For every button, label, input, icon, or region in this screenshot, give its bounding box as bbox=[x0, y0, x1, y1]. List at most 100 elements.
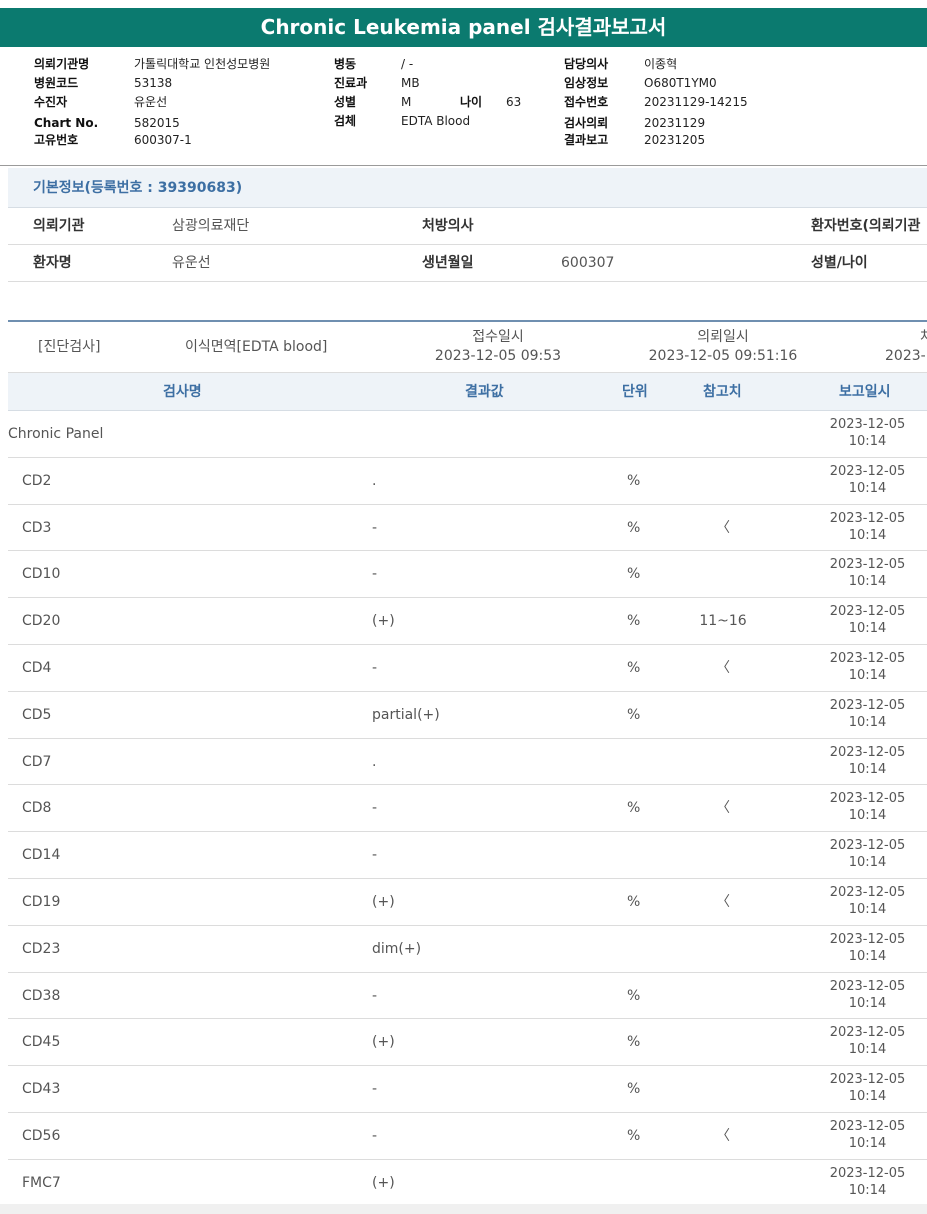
test-name: CD38 bbox=[22, 987, 61, 1004]
table-row: CD8 -% 〈 2023-12-05 10:14 bbox=[8, 785, 927, 833]
reference-range: 〈 bbox=[716, 893, 730, 910]
reference-range: 〈 bbox=[716, 519, 730, 536]
report-datetime: 2023-12-05 10:14 bbox=[790, 1071, 927, 1105]
result-unit: % bbox=[627, 1127, 641, 1144]
report-time: 10:14 bbox=[848, 621, 887, 637]
report-datetime: 2023-12-05 10:14 bbox=[790, 837, 927, 871]
test-name: CD14 bbox=[22, 847, 61, 864]
result-unit: % bbox=[627, 800, 641, 817]
col-header-value: 결과값 bbox=[465, 384, 504, 400]
result-unit: % bbox=[627, 613, 641, 630]
diagnosis-category: [진단검사] bbox=[38, 339, 101, 355]
info-value: 600307 bbox=[561, 255, 615, 271]
report-datetime: 2023-12-05 10:14 bbox=[790, 556, 927, 590]
report-time: 10:14 bbox=[848, 808, 887, 824]
table-row: CD19 (+)% 〈 2023-12-05 10:14 bbox=[8, 879, 927, 926]
table-row: CD20 (+)% 11~16 2023-12-05 10:14 bbox=[8, 598, 927, 645]
results-table-header: 검사명 결과값 단위 참고치 보고일시 bbox=[8, 373, 927, 411]
report-time: 10:14 bbox=[848, 901, 887, 917]
test-name: CD5 bbox=[22, 706, 52, 723]
basic-info-row: 환자명 유운선 생년월일 600307 성별/나이 bbox=[8, 245, 927, 282]
requested-value: 2023-12-05 09:51:16 bbox=[648, 348, 798, 364]
reference-range: 〈 bbox=[716, 1127, 730, 1144]
report-date: 2023-12-05 bbox=[829, 931, 906, 947]
results-table: Chronic Panel 2023-12-05 10:14 CD2.% 2023-12… bbox=[8, 411, 927, 1207]
report-datetime: 2023-12-05 10:14 bbox=[790, 978, 927, 1012]
info-label: 환자번호(의뢰기관 bbox=[811, 218, 921, 234]
report-date: 2023-12-05 bbox=[829, 417, 906, 432]
report-time: 10:14 bbox=[848, 1182, 887, 1198]
test-name: CD10 bbox=[22, 566, 61, 583]
bottom-scroll-band bbox=[0, 1204, 927, 1214]
table-row: CD43 -% 2023-12-05 10:14 bbox=[8, 1066, 927, 1113]
header-value: O680T1YM0 bbox=[644, 76, 717, 90]
header-value: MB bbox=[401, 76, 420, 90]
result-value: (+) bbox=[372, 893, 395, 910]
report-datetime: 2023-12-05 10:14 bbox=[790, 744, 927, 778]
header-value: 이종혁 bbox=[644, 57, 678, 71]
report-datetime: 2023-12-05 10:14 bbox=[790, 510, 927, 544]
report-time: 10:14 bbox=[848, 527, 887, 543]
basic-info-row: 의뢰기관 삼광의료재단 처방의사 환자번호(의뢰기관 bbox=[8, 208, 927, 245]
info-label: 의뢰기관 bbox=[33, 218, 85, 234]
cut-value: 2023- bbox=[885, 348, 926, 364]
report-date: 2023-12-05 bbox=[829, 978, 906, 994]
table-row: CD23 dim(+) 2023-12-05 10:14 bbox=[8, 926, 927, 973]
report-datetime: 2023-12-05 10:14 bbox=[790, 697, 927, 731]
result-value: - bbox=[372, 987, 378, 1004]
report-time: 10:14 bbox=[848, 714, 887, 730]
table-row: FMC7 (+) 2023-12-05 10:14 bbox=[8, 1160, 927, 1207]
header-value: 600307-1 bbox=[134, 133, 192, 147]
test-name: CD19 bbox=[22, 893, 61, 910]
reference-range: 11~16 bbox=[699, 613, 747, 630]
report-date: 2023-12-05 bbox=[829, 510, 906, 526]
result-value: - bbox=[372, 1127, 378, 1144]
result-value: (+) bbox=[372, 613, 395, 630]
test-name: FMC7 bbox=[22, 1174, 61, 1191]
table-row: CD7. 2023-12-05 10:14 bbox=[8, 739, 927, 786]
result-unit: % bbox=[627, 893, 641, 910]
report-time: 10:14 bbox=[848, 667, 887, 683]
report-date: 2023-12-05 bbox=[829, 604, 906, 620]
header-value: EDTA Blood bbox=[401, 114, 471, 128]
report-time: 10:14 bbox=[848, 480, 887, 496]
header-value: 유운선 bbox=[134, 95, 168, 109]
header-label: 임상정보 bbox=[564, 76, 609, 90]
result-unit: % bbox=[627, 1081, 641, 1098]
result-unit: % bbox=[627, 659, 641, 676]
table-row: CD10 -% 2023-12-05 10:14 bbox=[8, 551, 927, 599]
report-datetime: 2023-12-05 10:14 bbox=[790, 416, 927, 450]
info-value: 유운선 bbox=[172, 255, 211, 271]
test-name: CD3 bbox=[22, 519, 52, 536]
report-title: Chronic Leukemia panel 검사결과보고서 bbox=[0, 8, 927, 47]
report-date: 2023-12-05 bbox=[829, 744, 906, 760]
received-value: 2023-12-05 09:53 bbox=[434, 348, 562, 364]
info-label: 생년월일 bbox=[422, 255, 474, 271]
test-name: CD7 bbox=[22, 753, 52, 770]
report-datetime: 2023-12-05 10:14 bbox=[790, 1118, 927, 1152]
info-label: 성별/나이 bbox=[811, 255, 868, 271]
report-datetime: 2023-12-05 10:14 bbox=[790, 884, 927, 918]
result-value: - bbox=[372, 800, 378, 817]
table-group-row: Chronic Panel 2023-12-05 10:14 bbox=[8, 411, 927, 458]
diagnosis-dept: 이식면역[EDTA blood] bbox=[185, 339, 328, 355]
result-unit: % bbox=[627, 566, 641, 583]
header-label: 병동 bbox=[334, 57, 357, 71]
report-date: 2023-12-05 bbox=[829, 1165, 906, 1181]
header-label: 담당의사 bbox=[564, 57, 609, 71]
report-datetime: 2023-12-05 10:14 bbox=[790, 463, 927, 497]
col-header-date: 보고일시 bbox=[839, 384, 891, 400]
report-date: 2023-12-05 bbox=[829, 463, 906, 479]
header-label: 성별 bbox=[334, 95, 357, 109]
report-date: 2023-12-05 bbox=[829, 557, 906, 573]
test-name: CD23 bbox=[22, 940, 61, 957]
test-name: CD56 bbox=[22, 1127, 61, 1144]
report-datetime: 2023-12-05 10:14 bbox=[790, 931, 927, 965]
table-row: CD5 partial(+)% 2023-12-05 10:14 bbox=[8, 692, 927, 739]
header-label: Chart No. bbox=[34, 116, 99, 130]
received-label: 접수일시 bbox=[472, 329, 524, 345]
table-row: CD56 -% 〈 2023-12-05 10:14 bbox=[8, 1113, 927, 1160]
result-value: (+) bbox=[372, 1034, 395, 1051]
col-header-name: 검사명 bbox=[163, 384, 202, 400]
result-value: - bbox=[372, 847, 378, 864]
